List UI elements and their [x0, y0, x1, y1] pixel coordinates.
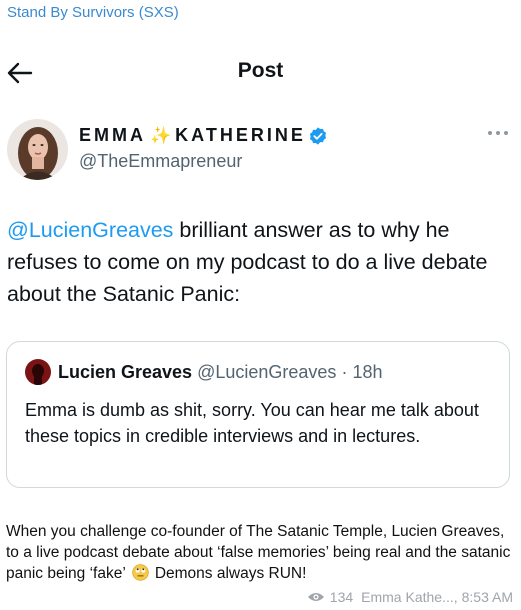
- message-time: 8:53 AM: [461, 589, 513, 605]
- caption-text-after: Demons always RUN!: [150, 565, 307, 582]
- quote-author-handle[interactable]: @LucienGreaves: [197, 362, 336, 382]
- verified-badge-icon: [309, 126, 326, 145]
- sparkles-icon: ✨: [150, 125, 172, 145]
- channel-name[interactable]: Stand By Survivors (SXS): [7, 4, 179, 21]
- post-header: Post: [0, 55, 521, 91]
- quote-meta: Lucien Greaves @LucienGreaves · 18h: [58, 362, 382, 383]
- more-options-icon[interactable]: [486, 126, 510, 140]
- quote-author-name[interactable]: Lucien Greaves: [58, 362, 192, 382]
- quote-text: Emma is dumb as shit, sorry. You can hea…: [25, 400, 479, 446]
- quote-avatar-image: [25, 359, 51, 385]
- author-handle[interactable]: @TheEmmapreneur: [79, 151, 242, 172]
- quoted-tweet-card[interactable]: Lucien Greaves @LucienGreaves · 18h Emma…: [6, 341, 510, 488]
- eye-icon: [307, 593, 324, 601]
- mention-link[interactable]: @LucienGreaves: [7, 218, 173, 242]
- author-name-part2: KATHERINE: [175, 125, 306, 145]
- author-avatar[interactable]: [7, 119, 68, 180]
- message-footer: 134 Emma Kathe..., 8:53 AM: [307, 589, 513, 605]
- message-author: Emma Kathe...,: [361, 589, 458, 605]
- author-name[interactable]: EMMA ✨ KATHERINE: [79, 125, 328, 146]
- view-count: 134: [329, 589, 354, 605]
- eye-roll-emoji-icon: [131, 564, 149, 581]
- quote-time[interactable]: 18h: [352, 362, 382, 382]
- author-name-part1: EMMA: [79, 125, 146, 145]
- avatar-image: [7, 119, 68, 180]
- tweet-text: @LucienGreaves brilliant answer as to wh…: [7, 214, 512, 310]
- quote-avatar[interactable]: [25, 359, 51, 385]
- message-caption: When you challenge co-founder of The Sat…: [6, 521, 516, 584]
- page-title: Post: [237, 59, 284, 82]
- quote-separator: ·: [336, 362, 353, 382]
